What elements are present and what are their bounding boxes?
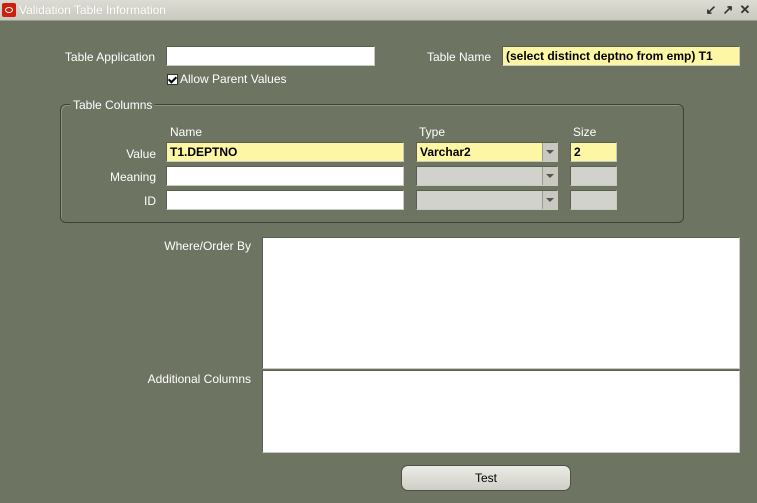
chevron-down-icon[interactable] (542, 167, 557, 185)
chevron-down-icon[interactable] (542, 143, 557, 161)
id-name-field[interactable] (166, 190, 404, 210)
table-name-field[interactable]: (select distinct deptno from emp) T1 (502, 46, 740, 66)
meaning-name-field[interactable] (166, 166, 404, 186)
id-size-field[interactable] (570, 190, 617, 210)
test-button[interactable]: Test (401, 465, 571, 491)
table-application-label: Table Application (64, 50, 155, 64)
table-name-label: Table Name (426, 50, 491, 64)
column-header-type: Type (419, 125, 446, 139)
additional-columns-label: Additional Columns (147, 372, 251, 386)
window-titlebar: Validation Table Information ↙ ↗ ✕ (0, 0, 757, 21)
where-order-by-label: Where/Order By (164, 239, 251, 253)
meaning-size-field[interactable] (570, 166, 617, 186)
id-type-select[interactable] (416, 190, 558, 210)
close-icon[interactable]: ✕ (737, 1, 753, 19)
column-header-name: Name (170, 125, 203, 139)
window-title: Validation Table Information (19, 3, 166, 17)
where-order-by-textarea[interactable] (262, 237, 740, 369)
meaning-row-label: Meaning (109, 170, 156, 184)
table-application-field[interactable] (166, 46, 375, 66)
value-type-text: Varchar2 (420, 145, 471, 159)
chevron-down-icon[interactable] (542, 191, 557, 209)
allow-parent-values-checkbox[interactable] (167, 74, 178, 85)
value-size-field[interactable]: 2 (570, 142, 617, 162)
minimize-icon[interactable]: ↙ (703, 1, 719, 19)
value-row-label: Value (126, 147, 156, 161)
meaning-type-select[interactable] (416, 166, 558, 186)
value-type-select[interactable]: Varchar2 (416, 142, 558, 162)
value-name-field[interactable]: T1.DEPTNO (166, 142, 404, 162)
table-columns-title: Table Columns (70, 98, 156, 112)
id-row-label: ID (144, 194, 156, 208)
column-header-size: Size (573, 125, 597, 139)
oracle-logo-icon (2, 3, 16, 17)
test-button-label: Test (474, 471, 497, 485)
allow-parent-values-label[interactable]: Allow Parent Values (180, 72, 287, 86)
additional-columns-textarea[interactable] (262, 370, 740, 453)
maximize-icon[interactable]: ↗ (720, 1, 736, 19)
